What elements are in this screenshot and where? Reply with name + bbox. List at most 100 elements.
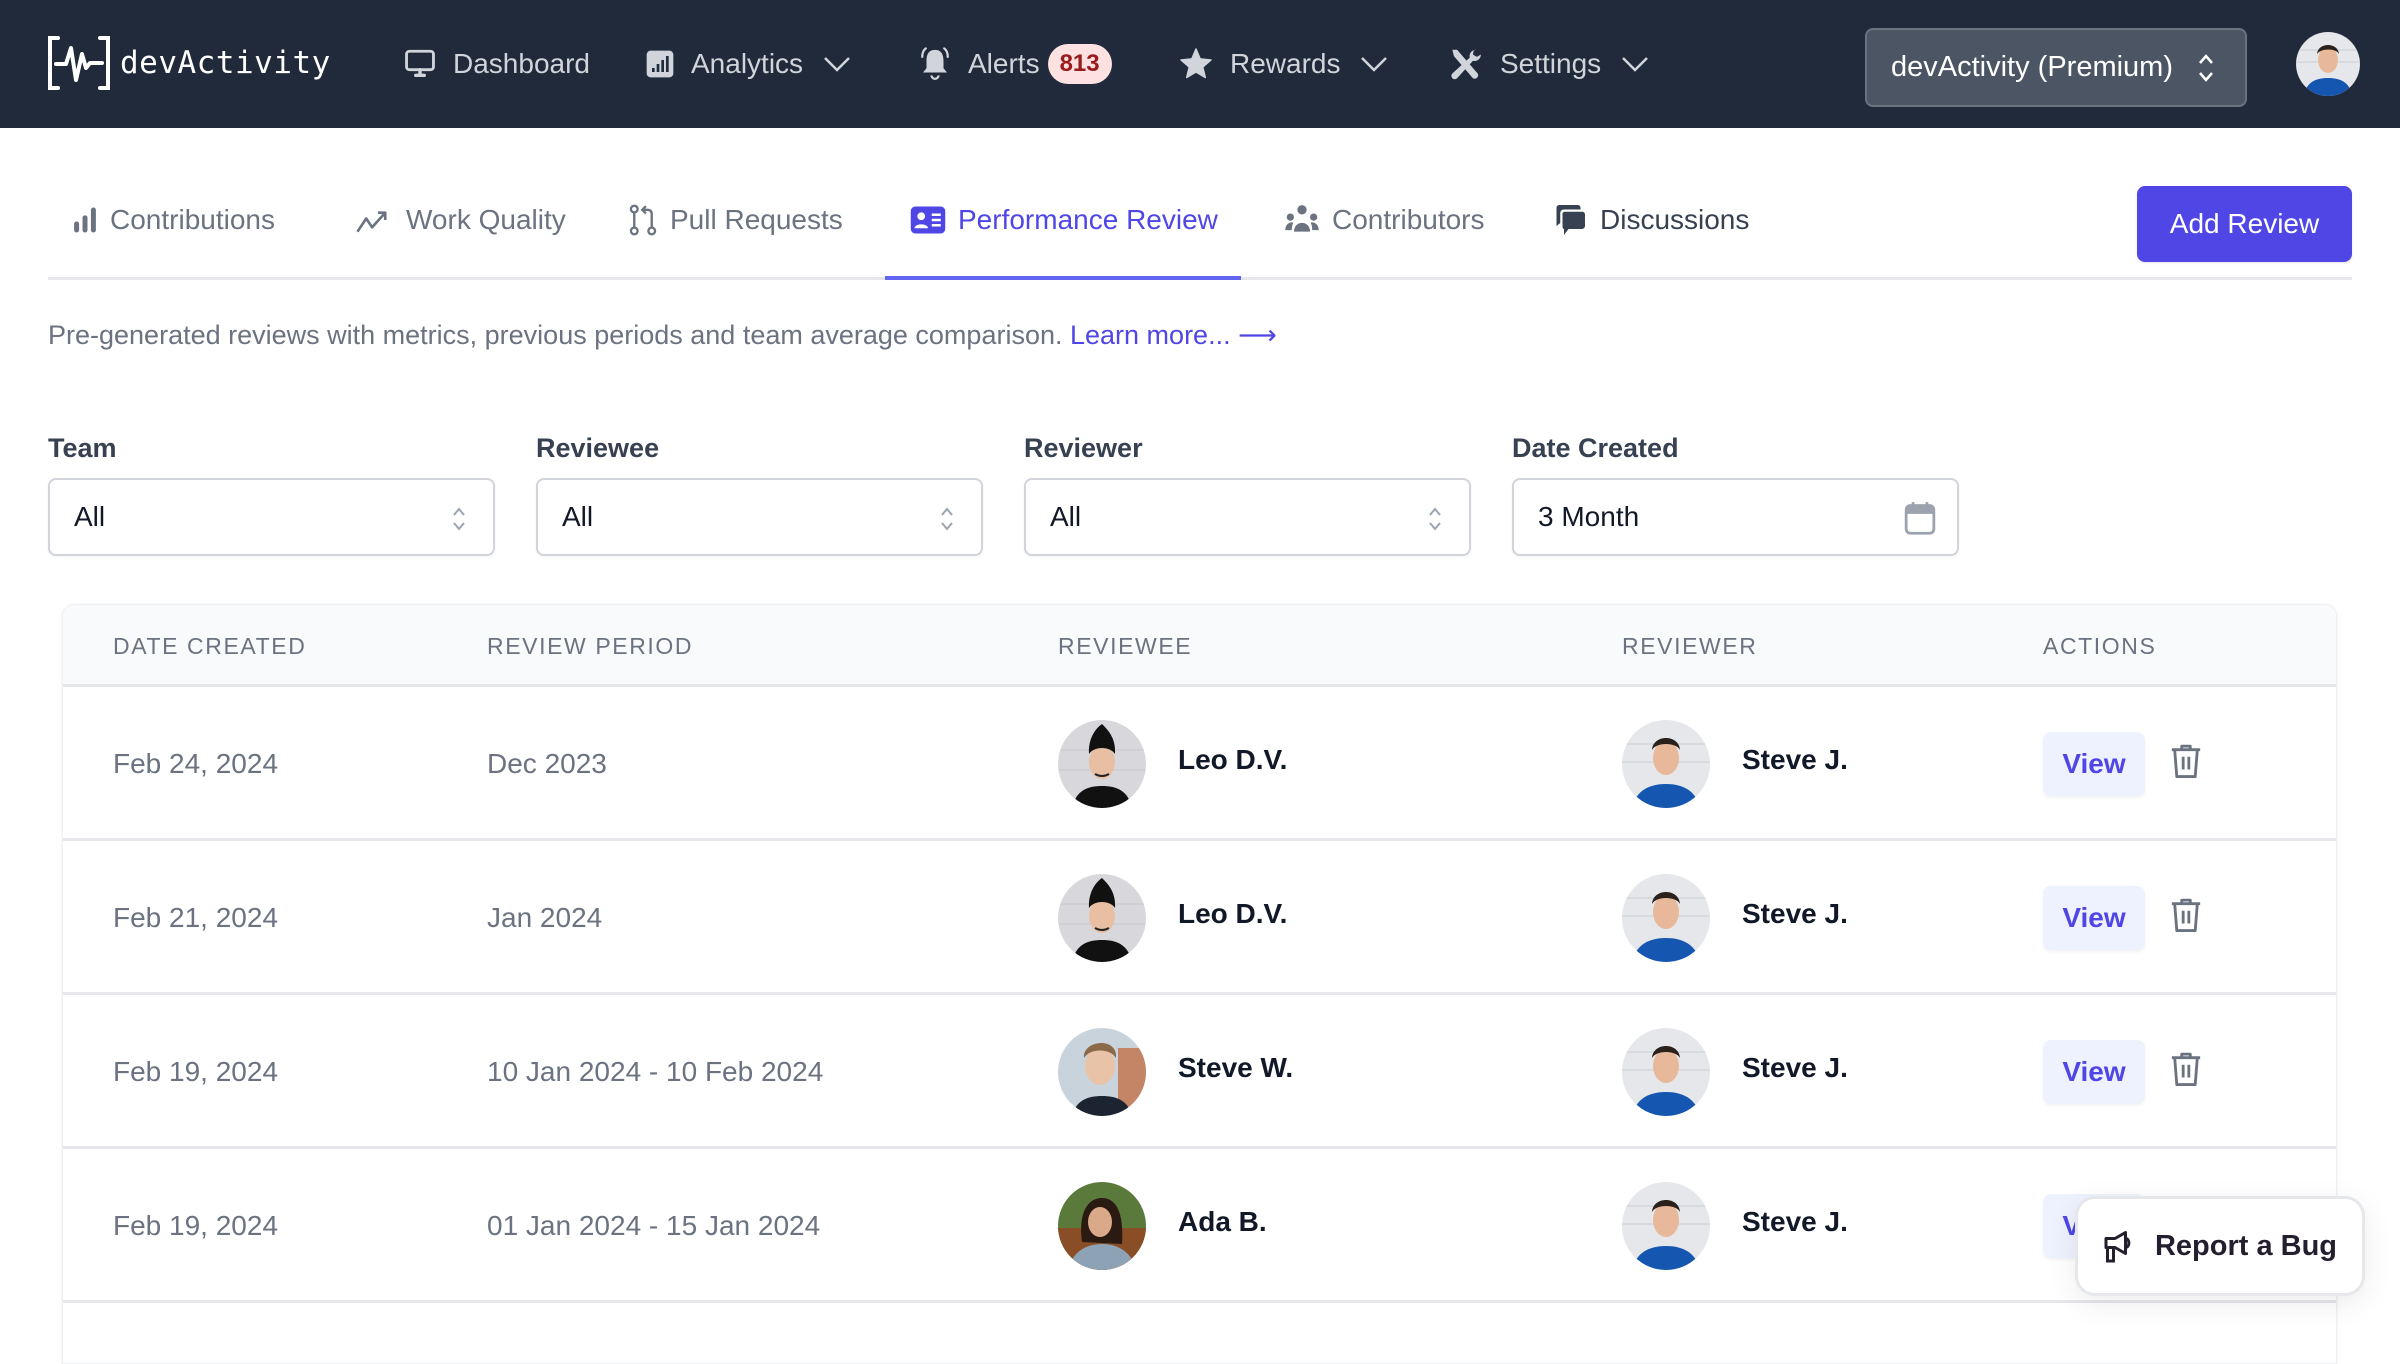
star-icon: [1180, 48, 1212, 79]
table-row[interactable]: Feb 19, 2024 10 Jan 2024 - 10 Feb 2024 Ste…: [63, 995, 2336, 1149]
delete-review-button[interactable]: [2169, 742, 2203, 787]
date-created-text: Feb 19, 2024: [113, 1210, 279, 1241]
table-row[interactable]: Feb 19, 2024 01 Jan 2024 - 15 Jan 2024 Ada…: [63, 1149, 2336, 1303]
filter-team-label: Team: [48, 433, 117, 463]
report-bug-button[interactable]: Report a Bug: [2075, 1196, 2365, 1296]
tab-pull-requests[interactable]: Pull Requests: [628, 160, 843, 280]
filter-reviewee: Reviewee All: [536, 430, 983, 556]
view-review-button[interactable]: View: [2043, 1040, 2145, 1104]
page-description: Pre-generated reviews with metrics, prev…: [48, 320, 1277, 351]
bar-chart-icon: [74, 207, 96, 233]
nav-alerts-label: Alerts: [968, 48, 1040, 79]
reviewer-cell: Steve J.: [1622, 841, 1848, 995]
report-bug-label: Report a Bug: [2154, 1229, 2338, 1262]
nav-rewards[interactable]: Rewards: [1178, 0, 1388, 128]
review-period-text: 10 Jan 2024 - 10 Feb 2024: [487, 1056, 824, 1087]
filter-reviewer-label: Reviewer: [1024, 433, 1143, 463]
user-avatar[interactable]: [2296, 32, 2360, 96]
bar-chart-icon: [646, 50, 674, 78]
tab-contributors[interactable]: Contributors: [1284, 160, 1485, 280]
delete-review-button[interactable]: [2169, 896, 2203, 941]
tab-performance-review[interactable]: Performance Review: [910, 160, 1218, 280]
chevron-up-down-icon: [453, 507, 465, 531]
filter-team: Team All: [48, 430, 495, 556]
tab-performance-review-label: Performance Review: [958, 204, 1218, 235]
reviewee-name: Ada B.: [1178, 1206, 1267, 1237]
nav-settings[interactable]: Settings: [1446, 0, 1649, 128]
review-period-cell: Jan 2024: [487, 841, 602, 995]
reviewer-avatar: [1622, 1182, 1710, 1270]
date-created-cell: Feb 19, 2024: [113, 995, 278, 1149]
filter-date-created: Date Created 3 Month: [1512, 430, 1959, 556]
column-header-review-period[interactable]: REVIEW PERIOD: [487, 605, 693, 687]
learn-more-link[interactable]: Learn more... ⟶: [1070, 320, 1277, 350]
reviewee-name: Steve W.: [1178, 1052, 1294, 1083]
megaphone-icon: [2104, 1231, 2131, 1263]
id-card-icon: [910, 206, 946, 234]
add-review-button[interactable]: Add Review: [2137, 186, 2352, 262]
filter-reviewer: Reviewer All: [1024, 430, 1471, 556]
date-created-picker[interactable]: 3 Month: [1512, 478, 1959, 556]
tab-work-quality[interactable]: Work Quality: [356, 160, 566, 280]
nav-alerts[interactable]: Alerts 813: [918, 0, 1112, 128]
reviewer-name: Steve J.: [1742, 1052, 1848, 1083]
arrow-right-icon: ⟶: [1238, 320, 1277, 350]
date-created-text: Feb 21, 2024: [113, 902, 279, 933]
reviewer-avatar: [1622, 720, 1710, 808]
user-avatar-image: [2296, 32, 2360, 96]
nav-settings-label: Settings: [1500, 48, 1602, 79]
learn-more-label: Learn more...: [1070, 320, 1231, 350]
chevron-down-icon: [1622, 57, 1649, 72]
reviewer-cell: Steve J.: [1622, 995, 1848, 1149]
date-created-text: Feb 24, 2024: [113, 748, 279, 779]
tab-contributions[interactable]: Contributions: [72, 160, 275, 280]
reviewer-cell: Steve J.: [1622, 1149, 1848, 1303]
table-header: DATE CREATED REVIEW PERIOD REVIEWEE REVI…: [63, 605, 2336, 687]
delete-review-button[interactable]: [2169, 1050, 2203, 1095]
tools-icon: [1451, 49, 1481, 80]
app-logo[interactable]: devActivity: [46, 34, 331, 92]
actions-cell: View: [2043, 995, 2203, 1149]
date-created-value: 3 Month: [1538, 501, 1640, 532]
reviewer-name: Steve J.: [1742, 898, 1848, 929]
review-period-cell: 10 Jan 2024 - 10 Feb 2024: [487, 995, 823, 1149]
review-period-text: Dec 2023: [487, 748, 607, 779]
column-header-reviewee[interactable]: REVIEWEE: [1058, 605, 1192, 687]
reviewee-avatar: [1058, 874, 1146, 962]
chevron-up-down-icon: [2199, 54, 2213, 82]
reviewee-cell: Steve W.: [1058, 995, 1293, 1149]
reviewee-cell: Leo D.V.: [1058, 687, 1287, 841]
nav-rewards-label: Rewards: [1230, 48, 1341, 79]
tab-contributors-label: Contributors: [1332, 204, 1485, 235]
view-review-button[interactable]: View: [2043, 886, 2145, 950]
nav-dashboard[interactable]: Dashboard: [403, 0, 590, 128]
table-row[interactable]: Feb 21, 2024 Jan 2024 Leo D.V. Steve J. View: [63, 841, 2336, 995]
reviewer-cell: Steve J.: [1622, 687, 1848, 841]
filter-date-created-label: Date Created: [1512, 433, 1679, 463]
description-text: Pre-generated reviews with metrics, prev…: [48, 320, 1063, 350]
table-row[interactable]: Feb 24, 2024 Dec 2023 Leo D.V. Steve J. View: [63, 687, 2336, 841]
column-header-reviewer[interactable]: REVIEWER: [1622, 605, 1757, 687]
chevron-down-icon: [824, 57, 850, 72]
organization-select[interactable]: devActivity (Premium): [1865, 28, 2247, 107]
nav-analytics-label: Analytics: [691, 48, 804, 79]
nav-analytics[interactable]: Analytics: [645, 0, 851, 128]
reviewer-select[interactable]: All: [1024, 478, 1471, 556]
reviewer-select-value: All: [1050, 501, 1082, 532]
active-tab-indicator: [885, 276, 1241, 280]
column-header-date-created[interactable]: DATE CREATED: [113, 605, 306, 687]
reviewer-avatar: [1622, 1028, 1710, 1116]
reviewer-name: Steve J.: [1742, 744, 1848, 775]
chevron-up-down-icon: [1429, 507, 1441, 531]
review-period-cell: Dec 2023: [487, 687, 607, 841]
reviewee-cell: Leo D.V.: [1058, 841, 1287, 995]
tab-contributions-label: Contributions: [110, 204, 275, 235]
team-select[interactable]: All: [48, 478, 495, 556]
tab-discussions[interactable]: Discussions: [1552, 160, 1749, 280]
view-review-button[interactable]: View: [2043, 732, 2145, 796]
app-name: devActivity: [120, 45, 331, 81]
reviewee-avatar: [1058, 1182, 1146, 1270]
bell-icon: [921, 47, 949, 80]
date-created-cell: Feb 19, 2024: [113, 1149, 278, 1303]
reviewee-select[interactable]: All: [536, 478, 983, 556]
